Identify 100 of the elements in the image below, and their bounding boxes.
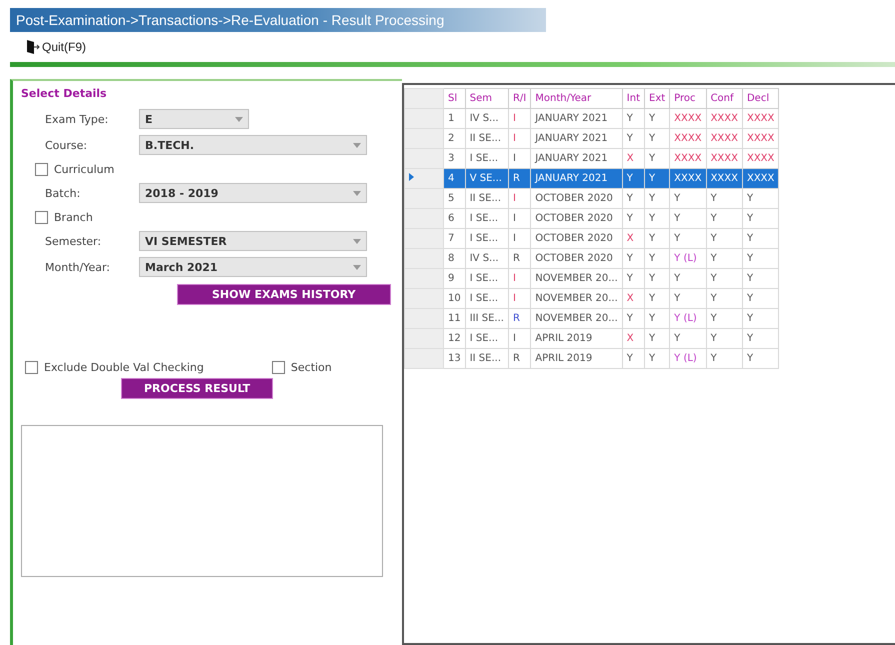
table-cell: Y [706,228,742,248]
table-cell: Y [644,268,670,288]
table-cell: Y [670,188,706,208]
section-title: Select Details [21,87,108,100]
table-cell: XXXX [670,108,706,128]
table-cell: Y [644,328,670,348]
table-cell: Y [622,308,644,328]
table-cell: V SE... [465,168,508,188]
table-cell: 13 [444,348,466,368]
checkbox-label: Exclude Double Val Checking [44,361,204,374]
dropdown-field[interactable]: 2018 - 2019 [139,183,367,203]
column-header: Proc [670,88,706,108]
table-cell: Y [706,348,742,368]
table-cell: JANUARY 2021 [530,168,622,188]
table-cell: APRIL 2019 [530,328,622,348]
grid-row[interactable]: 6 I SE... I OCTOBER 2020 Y Y Y Y Y [404,208,779,228]
field-label: Course: [44,138,88,152]
table-cell: Y [644,308,670,328]
table-cell: Y [706,268,742,288]
table-cell: Y [644,288,670,308]
field-label: Month/Year: [44,260,111,274]
table-cell: Y [706,288,742,308]
dropdown-field[interactable]: E [139,109,249,129]
dropdown-field[interactable]: VI SEMESTER [139,231,367,251]
grid-row[interactable]: 12 I SE... I APRIL 2019 X Y Y Y Y [404,328,779,348]
table-cell: 12 [444,328,466,348]
grid-row[interactable]: 7 I SE... I OCTOBER 2020 X Y Y Y Y [404,228,779,248]
table-cell: OCTOBER 2020 [530,248,622,268]
column-header: Decl [742,88,779,108]
table-cell: XXXX [706,108,742,128]
table-cell: Y [622,168,644,188]
column-header: Sem [465,88,508,108]
quit-button[interactable]: Quit(F9) [24,37,88,57]
grid-row[interactable]: 2 II SE... I JANUARY 2021 Y Y XXXX XXXX XXXX [404,128,779,148]
table-cell: 11 [444,308,466,328]
table-cell: 7 [444,228,466,248]
table-cell: III SE... [465,308,508,328]
checkbox-label: Section [290,361,332,374]
checkbox[interactable] [35,162,48,176]
table-cell: R [508,348,531,368]
table-cell: Y [644,188,670,208]
checkbox[interactable] [35,210,48,224]
table-cell: II SE... [465,188,508,208]
column-header: R/I [508,88,531,108]
table-cell: Y [670,328,706,348]
table-cell: XXXX [706,168,742,188]
grid-row[interactable]: 10 I SE... I NOVEMBER 20... X Y Y Y Y [404,288,779,308]
table-cell: 9 [444,268,466,288]
table-cell: XXXX [670,168,706,188]
caret-icon [235,116,243,122]
table-cell: X [622,228,644,248]
table-cell: Y [622,108,644,128]
grid-row[interactable]: 4 V SE... R JANUARY 2021 Y Y XXXX XXXX XXXX [404,168,779,188]
table-cell: I [508,288,531,308]
field-label: Batch: [44,186,82,200]
grid-row[interactable]: 11 III SE... R NOVEMBER 20... Y Y Y (L) Y Y [404,308,779,328]
table-cell: Y [622,188,644,208]
column-header: Int [622,88,644,108]
grid-row[interactable]: 9 I SE... I NOVEMBER 20... Y Y Y Y Y [404,268,779,288]
table-cell: Y [622,208,644,228]
table-cell: Y [644,168,670,188]
table-cell: I SE... [465,208,508,228]
table-cell: NOVEMBER 20... [530,308,622,328]
checkbox-label: Branch [54,210,93,224]
table-cell: X [622,328,644,348]
table-cell: Y [742,268,779,288]
dropdown-field[interactable]: March 2021 [139,257,367,277]
table-cell: Y [622,268,644,288]
table-cell: Y [622,128,644,148]
table-cell: XXXX [742,128,779,148]
column-header: Ext [644,88,670,108]
table-cell: I [508,188,531,208]
table-cell: Y [706,208,742,228]
table-cell: 6 [444,208,466,228]
dropdown-field[interactable]: B.TECH. [139,135,367,155]
grid-row[interactable]: 13 II SE... R APRIL 2019 Y Y Y (L) Y Y [404,348,779,368]
table-cell: IV S... [465,248,508,268]
process-result-button[interactable]: PROCESS RESULT [121,378,274,399]
checkbox[interactable] [272,361,285,374]
table-cell: XXXX [742,108,779,128]
table-cell: Y [742,328,779,348]
table-cell: Y [742,228,779,248]
table-cell: Y [670,228,706,248]
grid-row[interactable]: 8 IV S... R OCTOBER 2020 Y Y Y (L) Y Y [404,248,779,268]
table-cell: I SE... [465,288,508,308]
table-cell: 10 [444,288,466,308]
grid-row[interactable]: 5 II SE... I OCTOBER 2020 Y Y Y Y Y [404,188,779,208]
field-label: Exam Type: [44,112,110,126]
table-cell: Y [706,308,742,328]
show-history-button[interactable]: SHOW EXAMS HISTORY [177,284,391,305]
table-cell: Y [670,288,706,308]
checkbox[interactable] [25,361,38,374]
table-cell: I SE... [465,328,508,348]
table-cell: Y [644,348,670,368]
grid-row[interactable]: 1 IV S... I JANUARY 2021 Y Y XXXX XXXX XXXX [404,108,779,128]
table-cell: I [508,128,531,148]
table-cell: R [508,248,531,268]
table-cell: Y [742,208,779,228]
table-cell: I SE... [465,228,508,248]
table-cell: Y [644,108,670,128]
